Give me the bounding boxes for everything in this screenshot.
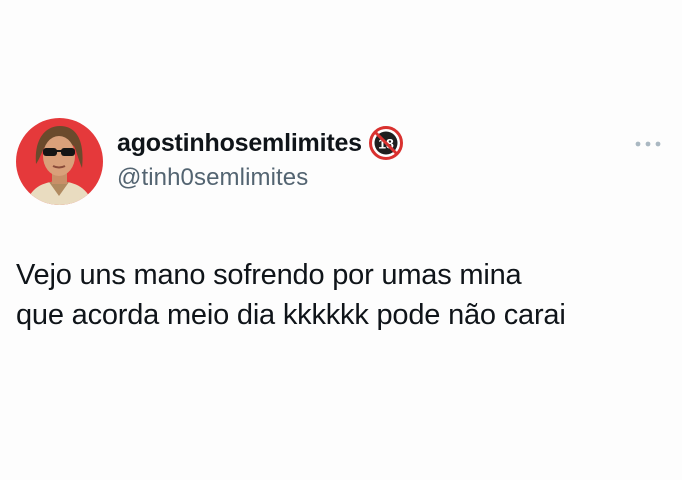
name-row: agostinhosemlimites 18 xyxy=(117,124,403,162)
tweet-text-line: que acorda meio dia kkkkkk pode não cara… xyxy=(16,299,566,331)
more-dots-icon[interactable] xyxy=(632,134,664,154)
display-name[interactable]: agostinhosemlimites xyxy=(117,129,362,158)
tweet-text-line: Vejo uns mano sofrendo por umas mina xyxy=(16,259,522,291)
tweet-card: agostinhosemlimites 18 @tinh0semlimites … xyxy=(0,0,682,480)
tweet-text: Vejo uns mano sofrendo por umas mina que… xyxy=(16,255,656,335)
avatar-image xyxy=(16,118,103,205)
tweet-header: agostinhosemlimites 18 @tinh0semlimites xyxy=(117,124,403,192)
avatar[interactable] xyxy=(16,118,103,205)
user-handle[interactable]: @tinh0semlimites xyxy=(117,164,403,192)
18-plus-badge-icon: 18 xyxy=(368,126,403,160)
